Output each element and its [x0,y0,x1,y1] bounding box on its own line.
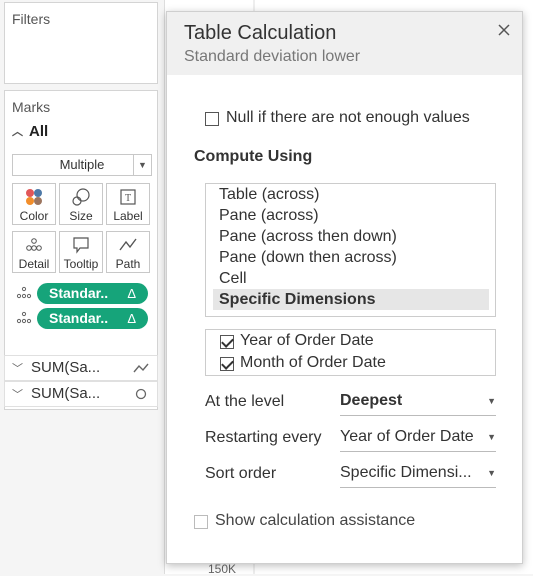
compute-option-pane-across[interactable]: Pane (across) [206,205,495,226]
dimension-label: Month of Order Date [240,354,386,371]
dimensions-list: Year of Order Date Month of Order Date [205,329,496,376]
marks-title: Marks [12,99,51,115]
color-tile-label: Color [19,209,49,223]
measure-label: SUM(Sa... [31,385,101,402]
year-of-order-date-checkbox[interactable] [220,335,234,349]
dialog-subtitle: Standard deviation lower [184,48,361,65]
null-if-not-enough-checkbox[interactable] [205,112,219,126]
month-of-order-date-checkbox[interactable] [220,357,234,371]
left-pane: Filters Marks ︿ All Multiple ▼ Color Size [0,0,162,574]
mark-type-value: Multiple [59,157,105,172]
tooltip-tile[interactable]: Tooltip [59,231,103,273]
level-value: Deepest [340,392,403,409]
line-mark-icon [133,363,149,373]
measure-tab[interactable]: ﹀ SUM(Sa... [4,381,158,407]
caret-down-icon: ▼ [133,155,151,175]
measure-label: SUM(Sa... [31,359,101,376]
level-label: At the level [205,393,285,410]
compute-option-pane-down-across[interactable]: Pane (down then across) [206,247,495,268]
measure-tab[interactable]: ﹀ SUM(Sa... [4,355,158,381]
std-dev-pill[interactable]: Standar.. Δ [37,283,148,304]
caret-down-icon: ▼ [487,396,496,406]
marks-all-label: All [29,123,49,140]
chevron-up-icon: ︿ [12,126,23,138]
detail-icon [16,286,32,299]
compute-using-label: Compute Using [194,148,313,165]
tooltip-tile-label: Tooltip [63,257,99,271]
caret-down-icon: ▼ [487,432,496,442]
close-icon[interactable] [495,21,513,39]
pill-label: Standar.. [49,310,109,326]
circle-mark-icon [135,388,147,400]
pill-label: Standar.. [49,285,109,301]
path-icon [119,238,137,251]
marks-field-row: Standar.. Δ [12,308,154,330]
sort-label: Sort order [205,465,277,482]
size-icon [72,188,90,206]
label-tile-label: Label [113,209,143,223]
table-calculation-dialog: Table Calculation Standard deviation low… [166,11,523,564]
label-tile[interactable]: T Label [106,183,150,225]
sort-order-dropdown[interactable]: Specific Dimensi... ▼ [340,461,496,488]
null-option-label: Null if there are not enough values [226,109,470,126]
restarting-every-dropdown[interactable]: Year of Order Date ▼ [340,425,496,452]
filters-title: Filters [12,11,51,27]
show-calculation-assistance-checkbox[interactable] [194,515,208,529]
filters-shelf[interactable]: Filters [4,2,158,84]
delta-icon: Δ [127,286,136,301]
compute-option-specific-dimensions[interactable]: Specific Dimensions [213,289,489,310]
path-tile[interactable]: Path [106,231,150,273]
caret-down-icon: ▼ [487,468,496,478]
detail-tile-label: Detail [18,257,50,271]
level-dropdown[interactable]: Deepest ▼ [340,389,496,416]
dimension-label: Year of Order Date [240,332,374,349]
size-tile-label: Size [69,209,93,223]
color-icon [26,189,42,205]
marks-field-row: Standar.. Δ [12,283,154,305]
restart-label: Restarting every [205,429,322,446]
path-tile-label: Path [115,257,141,271]
compute-option-pane-across-down[interactable]: Pane (across then down) [206,226,495,247]
restart-value: Year of Order Date [340,428,474,445]
marks-all-toggle[interactable]: ︿ All [12,123,48,140]
svg-text:T: T [125,193,131,204]
detail-icon [16,311,32,324]
size-tile[interactable]: Size [59,183,103,225]
chevron-down-icon: ﹀ [12,363,23,375]
detail-tile[interactable]: Detail [12,231,56,273]
chevron-down-icon: ﹀ [12,389,23,401]
delta-icon: Δ [127,311,136,326]
assist-label: Show calculation assistance [215,512,416,529]
color-tile[interactable]: Color [12,183,56,225]
mark-type-dropdown[interactable]: Multiple ▼ [12,154,152,176]
dialog-header: Table Calculation Standard deviation low… [167,12,522,75]
sort-value: Specific Dimensi... [340,464,472,481]
tooltip-icon [73,237,89,254]
std-dev-pill[interactable]: Standar.. Δ [37,308,148,329]
compute-option-table-across[interactable]: Table (across) [206,184,495,205]
compute-option-cell[interactable]: Cell [206,268,495,289]
dialog-title: Table Calculation [184,22,337,44]
label-icon: T [120,189,136,205]
compute-using-list[interactable]: Table (across) Pane (across) Pane (acros… [205,183,496,317]
detail-icon [26,238,42,251]
